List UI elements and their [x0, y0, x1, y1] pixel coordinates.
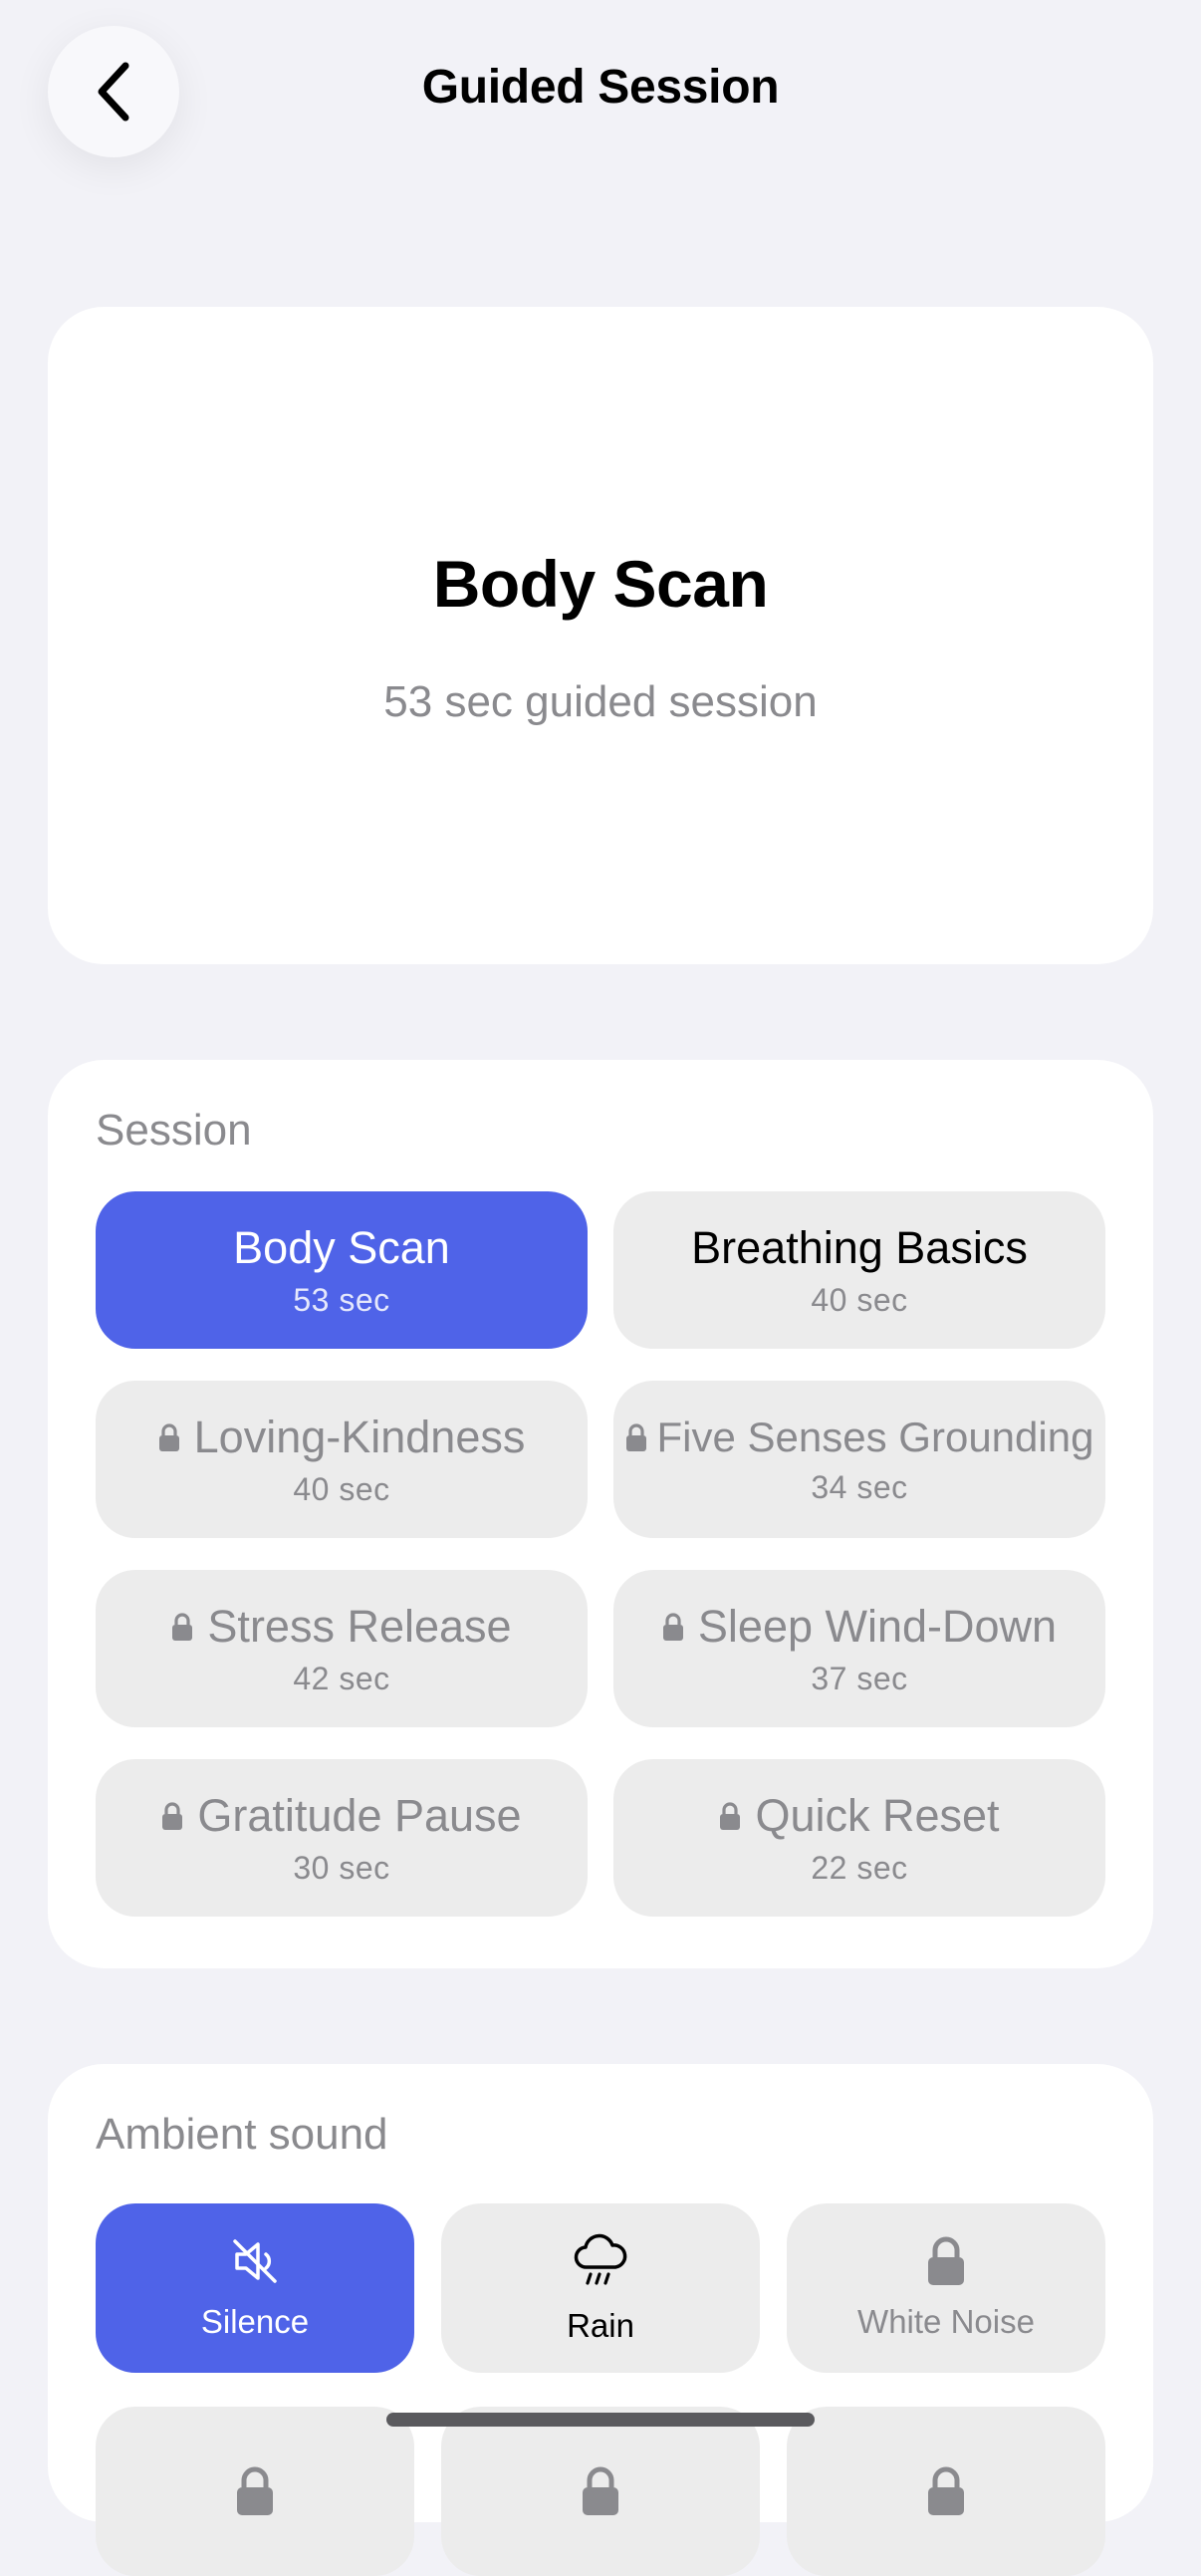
session-option-duration: 40 sec [811, 1281, 908, 1318]
session-option-stress-release[interactable]: Stress Release 42 sec [96, 1570, 588, 1727]
rain-cloud-icon [574, 2233, 627, 2285]
session-option-sleep-wind-down[interactable]: Sleep Wind-Down 37 sec [613, 1570, 1105, 1727]
page-title: Guided Session [421, 61, 780, 114]
session-option-duration: 30 sec [293, 1849, 390, 1886]
speaker-muted-icon [233, 2239, 277, 2283]
session-option-duration: 37 sec [811, 1660, 908, 1696]
session-option-duration: 53 sec [293, 1281, 390, 1318]
session-option-title: Five Senses Grounding [656, 1413, 1094, 1460]
lock-icon [662, 1612, 684, 1642]
session-option-five-senses-grounding[interactable]: Five Senses Grounding 34 sec [613, 1381, 1105, 1538]
lock-icon [171, 1612, 193, 1642]
ambient-option-locked-hidden-2[interactable] [441, 2407, 760, 2576]
ambient-option-locked-hidden-1[interactable] [96, 2407, 414, 2576]
session-option-loving-kindness[interactable]: Loving-Kindness 40 sec [96, 1381, 588, 1538]
ambient-option-label: Rain [567, 2307, 634, 2344]
session-section-label: Session [96, 1106, 252, 1155]
ambient-option-white-noise[interactable]: White Noise [787, 2203, 1105, 2373]
session-option-title: Breathing Basics [691, 1221, 1028, 1273]
hero-subtitle: 53 sec guided session [383, 677, 818, 726]
session-option-quick-reset[interactable]: Quick Reset 22 sec [613, 1759, 1105, 1917]
session-picker-card: Session Body Scan 53 sec Breathing Basic… [48, 1060, 1153, 1968]
ambient-option-rain[interactable]: Rain [441, 2203, 760, 2373]
ambient-options-grid: Silence Rain White Noise [96, 2203, 1105, 2576]
lock-icon [583, 2466, 618, 2515]
ambient-option-locked-hidden-3[interactable] [787, 2407, 1105, 2576]
session-option-title: Sleep Wind-Down [697, 1600, 1058, 1652]
ambient-option-label: White Noise [857, 2303, 1035, 2340]
lock-icon [928, 2236, 964, 2285]
lock-icon [158, 1422, 180, 1452]
session-option-duration: 34 sec [811, 1468, 908, 1505]
session-option-title: Body Scan [233, 1221, 450, 1273]
session-option-title: Stress Release [207, 1600, 512, 1652]
ambient-section-label: Ambient sound [96, 2110, 388, 2159]
session-options-grid: Body Scan 53 sec Breathing Basics 40 sec… [96, 1191, 1105, 1917]
ambient-option-silence[interactable]: Silence [96, 2203, 414, 2373]
session-option-duration: 42 sec [293, 1660, 390, 1696]
session-option-gratitude-pause[interactable]: Gratitude Pause 30 sec [96, 1759, 588, 1917]
session-option-title: Quick Reset [755, 1789, 1000, 1841]
lock-icon [625, 1422, 647, 1452]
home-indicator[interactable] [386, 2413, 815, 2427]
lock-icon [161, 1801, 183, 1831]
session-option-duration: 22 sec [811, 1849, 908, 1886]
lock-icon [719, 1801, 741, 1831]
ambient-option-label: Silence [200, 2303, 310, 2340]
ambient-sound-card: Ambient sound Silence Rain White Noise [48, 2064, 1153, 2576]
session-option-title: Gratitude Pause [197, 1789, 522, 1841]
session-option-body-scan[interactable]: Body Scan 53 sec [96, 1191, 588, 1349]
session-hero-card: Body Scan 53 sec guided session [48, 307, 1153, 964]
hero-title: Body Scan [432, 547, 769, 621]
lock-icon [928, 2466, 964, 2515]
lock-icon [237, 2466, 273, 2515]
session-option-breathing-basics[interactable]: Breathing Basics 40 sec [613, 1191, 1105, 1349]
session-option-title: Loving-Kindness [193, 1411, 526, 1462]
session-option-duration: 40 sec [293, 1470, 390, 1507]
